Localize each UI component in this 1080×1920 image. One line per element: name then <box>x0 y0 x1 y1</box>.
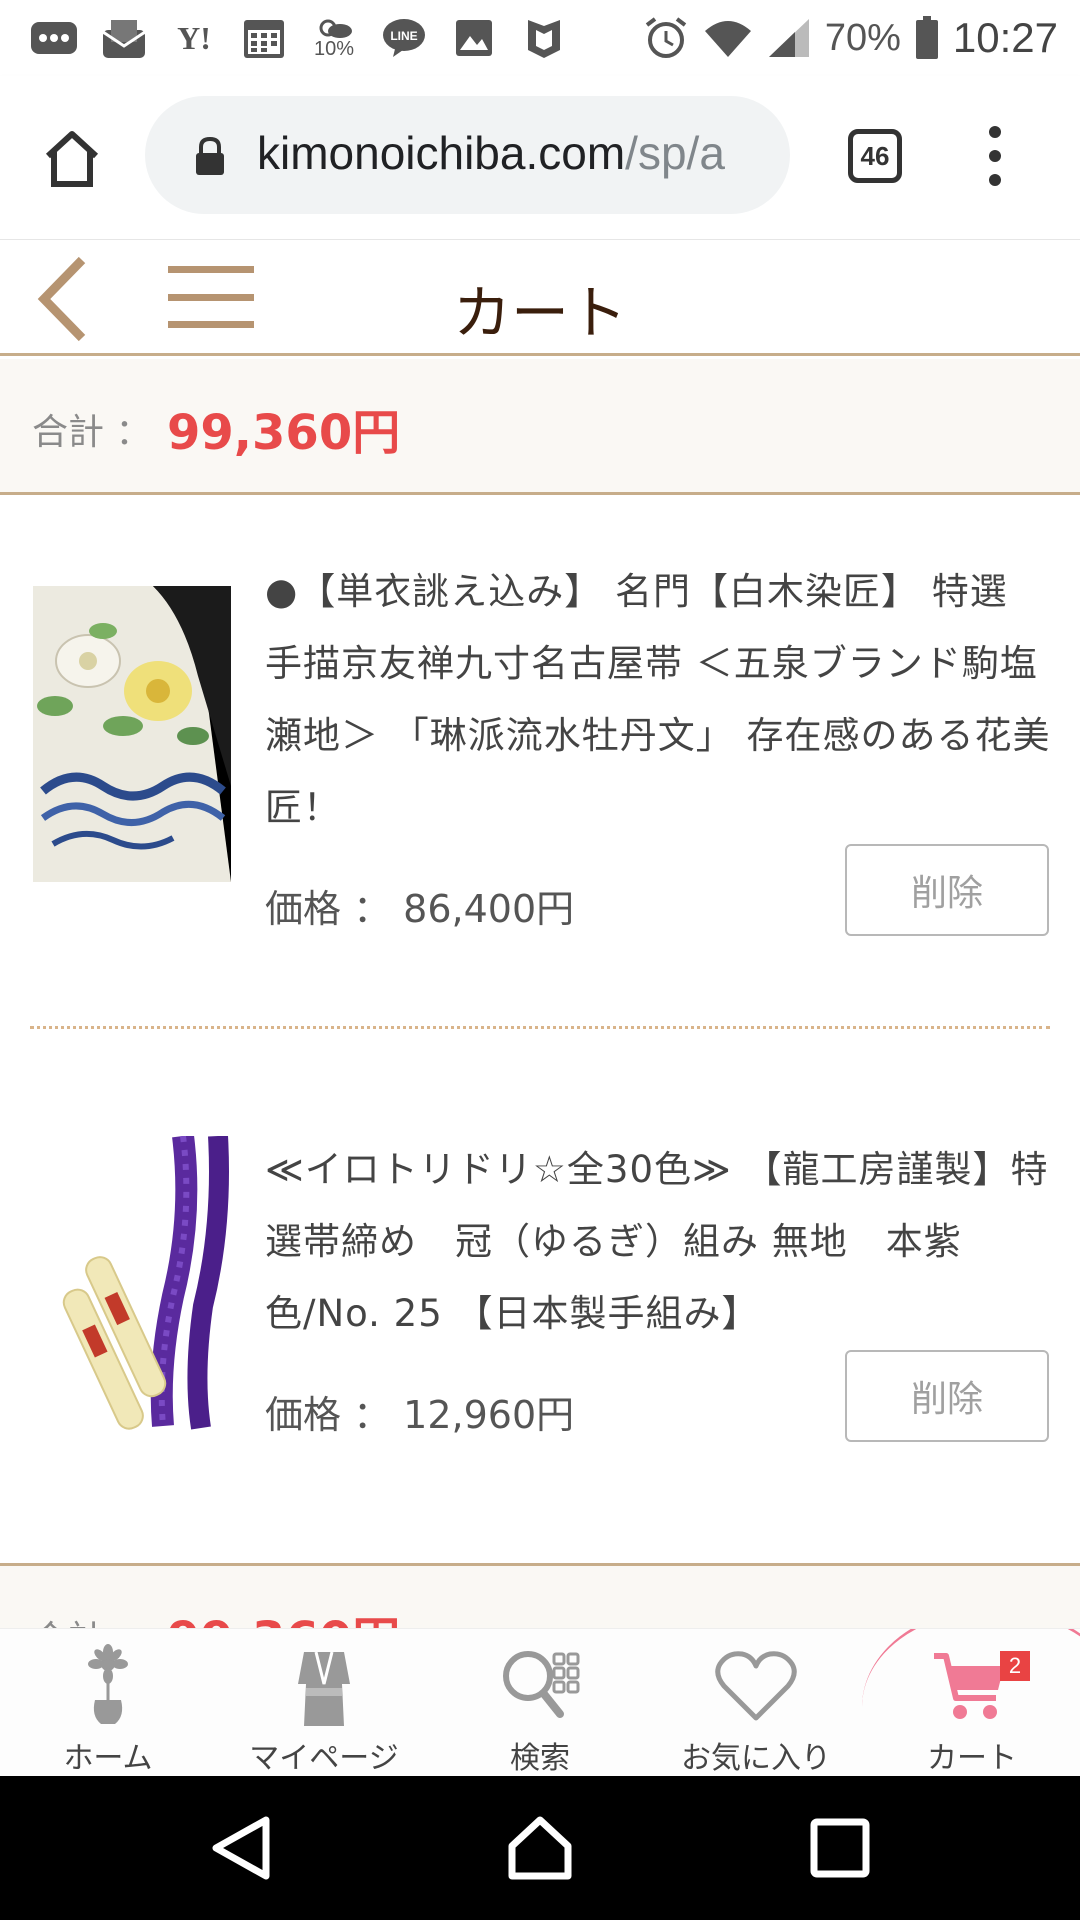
nav-label: カート <box>927 1741 1017 1776</box>
nav-label: マイページ <box>249 1741 399 1776</box>
kimono-icon <box>274 1643 374 1729</box>
flower-vase-icon <box>58 1643 158 1729</box>
square-recents-icon <box>810 1818 870 1878</box>
nav-label: 検索 <box>510 1741 570 1776</box>
browser-toolbar: kimonoichiba.com/sp/a 46 <box>0 76 1080 240</box>
page-title: カート <box>452 279 627 347</box>
battery-percent: 70% <box>824 16 901 59</box>
mail-icon <box>98 16 150 60</box>
nav-cart[interactable]: カート <box>864 1629 1080 1776</box>
gallery-icon <box>448 16 500 60</box>
url-domain: kimonoichiba.com <box>257 127 626 179</box>
home-icon <box>45 131 99 187</box>
url-text: kimonoichiba.com/sp/a <box>257 126 762 180</box>
nav-label: お気に入り <box>681 1741 831 1776</box>
nav-label: ホーム <box>63 1741 153 1776</box>
line-text: LINE <box>390 29 417 43</box>
system-recents-button[interactable] <box>804 1812 876 1884</box>
notification-icons: Y! 10% LINE <box>28 10 570 66</box>
nav-search[interactable]: 検索 <box>432 1629 648 1776</box>
system-navigation-bar <box>0 1776 1080 1920</box>
more-icon <box>28 16 80 60</box>
delete-button[interactable]: 削除 <box>845 1350 1049 1442</box>
total-value: 99,360円 <box>167 1600 400 1628</box>
browser-menu-button[interactable] <box>985 126 1005 186</box>
heart-icon <box>706 1643 806 1729</box>
status-bar: Y! 10% LINE 70% 10:27 <box>0 0 1080 76</box>
product-image-obi[interactable] <box>33 586 231 882</box>
url-path: /sp/a <box>625 127 725 179</box>
yahoo-icon: Y! <box>177 19 211 56</box>
system-status: 70% 10:27 <box>643 10 1058 66</box>
nav-favorites[interactable]: お気に入り <box>648 1629 864 1776</box>
cart-total-bar: 合計 ： 99,360円 <box>0 359 1080 495</box>
search-grid-icon <box>490 1643 590 1729</box>
total-value: 99,360円 <box>167 405 401 461</box>
weather-icon: 10% <box>308 16 360 60</box>
system-home-button[interactable] <box>504 1812 576 1884</box>
cart-count-badge: 2 <box>1000 1651 1030 1681</box>
bottom-navigation: ホーム マイページ 検索 お気に入り カート 2 <box>0 1628 1080 1776</box>
alarm-icon <box>645 17 687 58</box>
address-bar[interactable]: kimonoichiba.com/sp/a <box>145 96 790 214</box>
shield-icon <box>518 16 570 60</box>
nav-home[interactable]: ホーム <box>0 1629 216 1776</box>
clock: 10:27 <box>952 14 1058 61</box>
signal-icon <box>768 19 809 57</box>
browser-home-button[interactable] <box>40 126 104 190</box>
delete-button[interactable]: 削除 <box>845 844 1049 936</box>
lock-icon <box>196 136 224 175</box>
product-title[interactable]: ●【単衣誂え込み】 名門【白木染匠】 特選 手描京友禅九寸名古屋帯 ＜五泉ブラン… <box>265 556 1055 844</box>
tab-switcher-button[interactable]: 46 <box>848 129 902 183</box>
product-image-obijime[interactable] <box>33 1136 231 1432</box>
total-label: 合計 ： <box>32 1610 151 1628</box>
product-price: 価格 ： 86,400円 <box>265 887 575 931</box>
site-header: カート <box>0 240 1080 356</box>
cart-total-bar-bottom: 合計 ： 99,360円 <box>0 1566 1080 1628</box>
battery-icon <box>915 16 938 59</box>
nav-mypage[interactable]: マイページ <box>216 1629 432 1776</box>
product-price: 価格 ： 12,960円 <box>265 1393 575 1437</box>
wifi-icon <box>704 21 751 57</box>
circle-home-icon <box>508 1816 572 1880</box>
line-icon: LINE <box>378 16 430 60</box>
triangle-back-icon <box>212 1816 270 1880</box>
calendar-icon <box>238 16 290 60</box>
product-title[interactable]: ≪イロトリドリ☆全30色≫ 【龍工房謹製】特選帯締め 冠（ゆるぎ）組み 無地 本… <box>265 1134 1055 1350</box>
system-back-button[interactable] <box>206 1812 278 1884</box>
item-divider <box>30 1026 1050 1029</box>
total-label: 合計 ： <box>32 412 152 453</box>
